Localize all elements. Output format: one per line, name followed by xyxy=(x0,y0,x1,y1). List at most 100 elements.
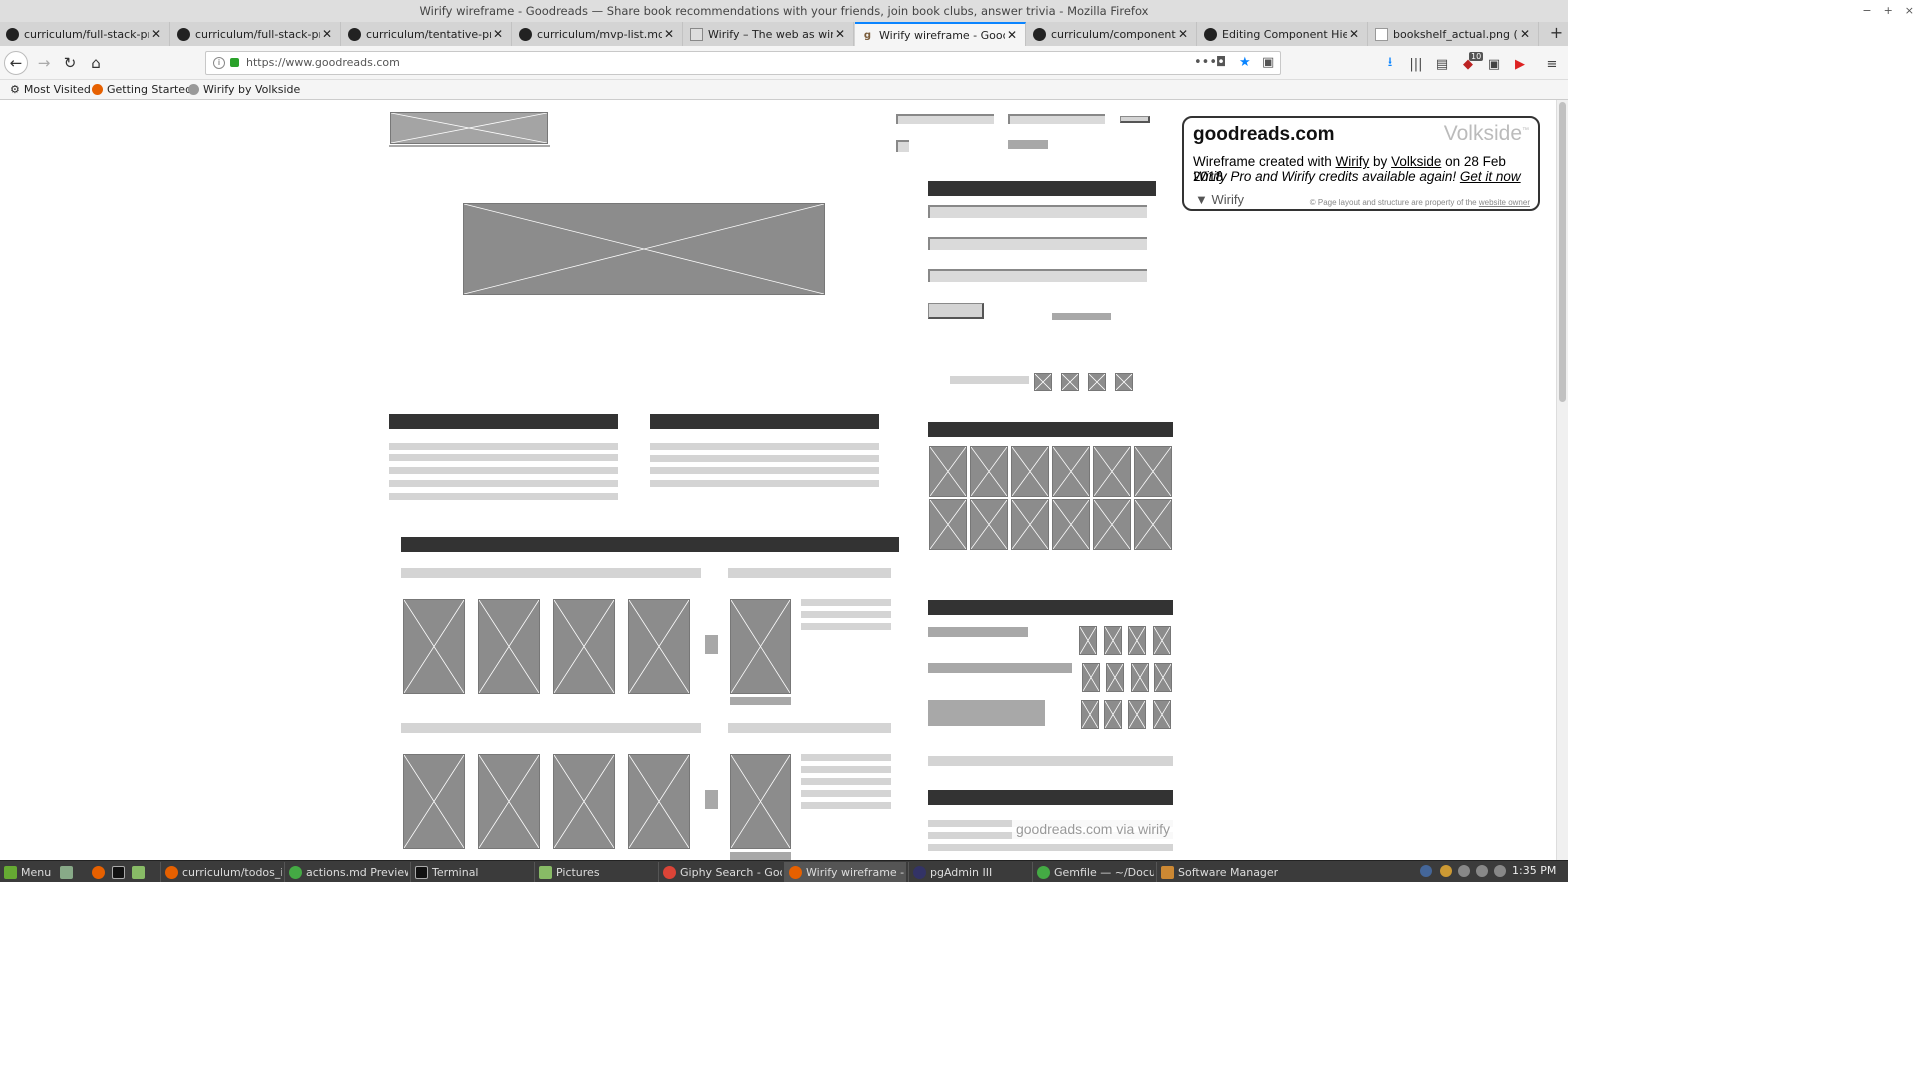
shelf-arrow[interactable] xyxy=(705,635,718,654)
extension-icon[interactable]: ▣ xyxy=(1262,55,1274,70)
close-icon[interactable]: ✕ xyxy=(149,27,163,41)
wirify-link[interactable]: Wirify xyxy=(1336,154,1370,169)
extension-icon-2[interactable]: ▣ xyxy=(1486,56,1502,72)
globe-icon xyxy=(188,84,199,95)
scrollbar[interactable] xyxy=(1556,100,1568,860)
clock[interactable]: 1:35 PM xyxy=(1512,861,1556,881)
shield-icon[interactable] xyxy=(1420,865,1432,877)
close-icon[interactable]: ✕ xyxy=(1005,28,1019,42)
youtube-icon[interactable]: ▶ xyxy=(1512,56,1528,72)
forgot-link[interactable] xyxy=(1008,140,1048,149)
get-it-now-link[interactable]: Get it now xyxy=(1460,169,1521,184)
info-icon[interactable]: i xyxy=(213,57,225,69)
pocket-icon[interactable]: ◘ xyxy=(1216,55,1226,70)
show-desktop-button[interactable] xyxy=(60,862,73,882)
home-button[interactable]: ⌂ xyxy=(84,51,108,75)
book-cover-placeholder xyxy=(970,446,1008,497)
close-window-button[interactable]: × xyxy=(1905,0,1914,22)
github-icon xyxy=(1204,27,1217,41)
start-menu-button[interactable]: Menu xyxy=(4,862,51,882)
maximize-button[interactable]: + xyxy=(1884,0,1893,22)
github-icon xyxy=(1033,27,1046,41)
url-bar[interactable]: i https://www.goodreads.com ••• ◘ ★ ▣ xyxy=(205,51,1281,75)
taskbar-app[interactable]: Pictures xyxy=(534,862,656,882)
bookmark-most-visited[interactable]: ⚙ Most Visited xyxy=(10,83,91,96)
terms-link[interactable] xyxy=(1052,313,1111,320)
taskbar-app[interactable]: actions.md Preview... xyxy=(284,862,408,882)
promo-text: Wirify Pro and Wirify credits available … xyxy=(1193,169,1460,184)
firefox-launcher[interactable] xyxy=(92,862,105,882)
taskbar-app[interactable]: Software Manager xyxy=(1156,862,1278,882)
close-icon[interactable]: ✕ xyxy=(1518,27,1532,41)
tab-6-active[interactable]: g Wirify wireframe - Goodrea✕ xyxy=(855,22,1026,46)
close-icon[interactable]: ✕ xyxy=(1176,27,1190,41)
close-icon[interactable]: ✕ xyxy=(1347,27,1361,41)
book-cover-placeholder xyxy=(628,599,690,694)
firefox-icon xyxy=(92,865,105,879)
tab-9[interactable]: bookshelf_actual.png (PNG✕ xyxy=(1369,22,1539,46)
network-icon[interactable] xyxy=(1476,865,1488,877)
tab-label: Wirify – The web as wirefra xyxy=(708,27,833,41)
volkside-link[interactable]: Volkside xyxy=(1391,154,1441,169)
terminal-launcher[interactable] xyxy=(112,862,125,882)
bookmark-star-icon[interactable]: ★ xyxy=(1239,55,1251,70)
goodreads-icon: g xyxy=(863,29,872,41)
text-line xyxy=(650,467,879,474)
text-line xyxy=(650,455,879,462)
tab-2[interactable]: curriculum/full-stack-projec✕ xyxy=(171,22,341,46)
library-icon[interactable]: ||| xyxy=(1408,56,1424,72)
scrollbar-thumb[interactable] xyxy=(1559,102,1566,402)
shelf-arrow[interactable] xyxy=(705,790,718,809)
sidebar-icon[interactable]: ▤ xyxy=(1434,56,1450,72)
signup-name-input[interactable] xyxy=(928,205,1147,218)
wirify-toggle[interactable]: ▼ Wirify xyxy=(1195,192,1244,207)
login-password-input[interactable] xyxy=(1008,114,1105,124)
volume-icon[interactable] xyxy=(1494,865,1506,877)
url-text[interactable]: https://www.goodreads.com xyxy=(246,52,400,74)
website-owner-link[interactable]: website owner xyxy=(1479,198,1530,207)
tab-7[interactable]: curriculum/component-hie✕ xyxy=(1027,22,1197,46)
download-icon[interactable]: ⭳ xyxy=(1382,55,1398,72)
user-icon[interactable] xyxy=(1458,865,1470,877)
shelf-title-line xyxy=(728,723,891,733)
grid-heading xyxy=(928,422,1173,437)
tab-4[interactable]: curriculum/mvp-list.md at r✕ xyxy=(513,22,683,46)
minimize-button[interactable]: − xyxy=(1862,0,1871,22)
back-button[interactable]: ← xyxy=(4,51,28,75)
book-cover-placeholder xyxy=(1134,446,1172,497)
more-actions-icon[interactable]: ••• xyxy=(1194,55,1217,70)
taskbar-app[interactable]: Giphy Search - Goo... xyxy=(658,862,782,882)
bookmark-getting-started[interactable]: Getting Started xyxy=(92,83,192,96)
tab-8[interactable]: Editing Component Hierarc✕ xyxy=(1198,22,1368,46)
remember-checkbox[interactable] xyxy=(896,140,909,152)
files-launcher[interactable] xyxy=(132,862,145,882)
taskbar-app[interactable]: pgAdmin III xyxy=(908,862,1030,882)
menu-icon[interactable]: ≡ xyxy=(1544,56,1560,72)
close-icon[interactable]: ✕ xyxy=(662,27,676,41)
update-icon[interactable] xyxy=(1440,865,1452,877)
taskbar-app-active[interactable]: Wirify wireframe - ... xyxy=(784,862,906,882)
signup-password-input[interactable] xyxy=(928,269,1147,282)
taskbar-app[interactable]: Gemfile — ~/Docu... xyxy=(1032,862,1154,882)
tab-1[interactable]: curriculum/full-stack-projec✕ xyxy=(0,22,170,46)
close-icon[interactable]: ✕ xyxy=(491,27,505,41)
signup-button[interactable] xyxy=(928,303,984,319)
reload-button[interactable]: ↻ xyxy=(58,51,82,75)
signup-email-input[interactable] xyxy=(928,237,1147,250)
firefox-icon xyxy=(789,865,802,879)
close-icon[interactable]: ✕ xyxy=(833,27,847,41)
ublock-badge: 10 xyxy=(1469,52,1484,61)
login-button[interactable] xyxy=(1120,116,1150,123)
forward-button[interactable]: → xyxy=(32,51,56,75)
taskbar-app[interactable]: Terminal xyxy=(410,862,532,882)
tab-3[interactable]: curriculum/tentative-proje✕ xyxy=(342,22,512,46)
close-icon[interactable]: ✕ xyxy=(320,27,334,41)
login-email-input[interactable] xyxy=(896,114,994,124)
tab-5[interactable]: Wirify – The web as wirefra✕ xyxy=(684,22,854,46)
bookmark-wirify[interactable]: Wirify by Volkside xyxy=(188,83,300,96)
text-line xyxy=(801,754,891,761)
taskbar-app-label: curriculum/todos_i.... xyxy=(182,865,282,879)
taskbar-app[interactable]: curriculum/todos_i.... xyxy=(160,862,282,882)
new-tab-button[interactable]: + xyxy=(1545,22,1568,46)
book-cover-placeholder xyxy=(929,446,967,497)
